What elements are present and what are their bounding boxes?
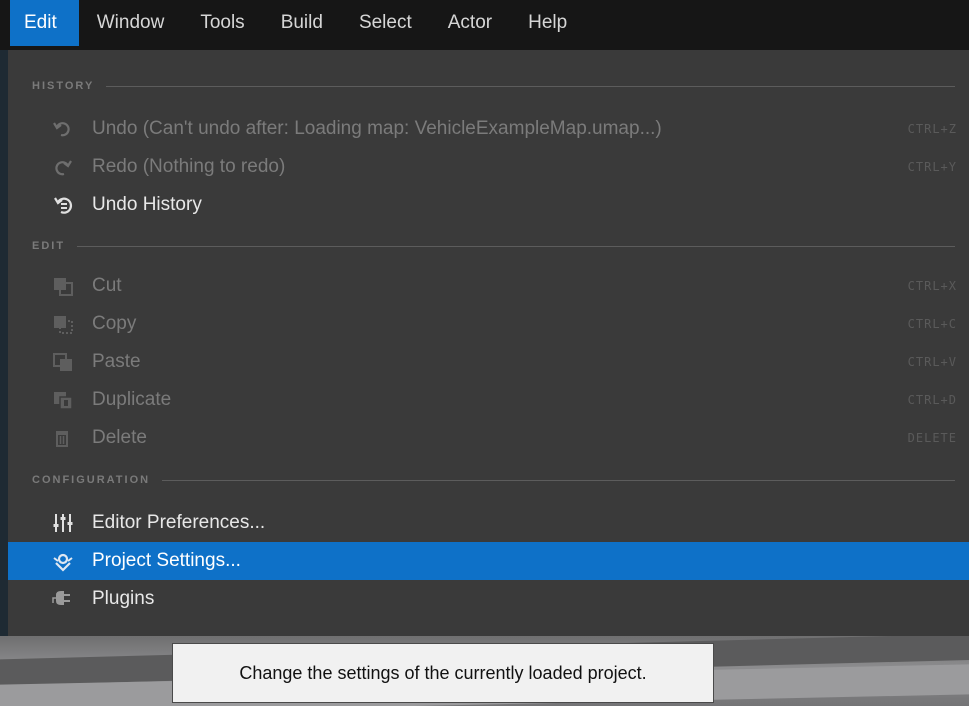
paste-icon xyxy=(52,350,92,374)
menu-item-cut[interactable]: Cut CTRL+X xyxy=(8,267,969,305)
menu-item-delete[interactable]: Delete DELETE xyxy=(8,419,969,457)
menu-item-label: Cut xyxy=(92,275,122,296)
edit-menu-dropdown: HISTORY Undo (Can't undo after: Loading … xyxy=(8,50,969,636)
menu-item-label: Project Settings... xyxy=(92,550,241,571)
menu-item-undo[interactable]: Undo (Can't undo after: Loading map: Veh… xyxy=(8,110,969,148)
menu-item-editor-preferences[interactable]: Editor Preferences... xyxy=(8,504,969,542)
section-history: HISTORY xyxy=(8,72,969,100)
tooltip: Change the settings of the currently loa… xyxy=(172,643,714,703)
menu-item-label: Plugins xyxy=(92,588,155,609)
menu-item-paste[interactable]: Paste CTRL+V xyxy=(8,343,969,381)
menu-item-label: Paste xyxy=(92,351,141,372)
menu-item-label: Editor Preferences... xyxy=(92,512,266,533)
duplicate-icon xyxy=(52,388,92,412)
menu-window[interactable]: Window xyxy=(79,0,183,46)
menu-select[interactable]: Select xyxy=(341,0,430,46)
menu-build[interactable]: Build xyxy=(263,0,341,46)
menu-item-redo[interactable]: Redo (Nothing to redo) CTRL+Y xyxy=(8,148,969,186)
redo-icon xyxy=(52,155,92,179)
menu-item-label: Duplicate xyxy=(92,389,172,410)
cut-icon xyxy=(52,274,92,298)
menu-item-copy[interactable]: Copy CTRL+C xyxy=(8,305,969,343)
section-configuration: CONFIGURATION xyxy=(8,466,969,494)
menu-tools[interactable]: Tools xyxy=(182,0,262,46)
background-edge xyxy=(0,50,8,636)
shortcut-label: CTRL+V xyxy=(907,355,957,369)
divider xyxy=(77,245,955,247)
menu-item-duplicate[interactable]: Duplicate CTRL+D xyxy=(8,381,969,419)
project-settings-icon xyxy=(52,549,92,573)
menu-actor[interactable]: Actor xyxy=(430,0,510,46)
shortcut-label: CTRL+C xyxy=(907,317,957,331)
sliders-icon xyxy=(52,511,92,535)
section-edit-heading: EDIT xyxy=(32,240,66,252)
menu-help[interactable]: Help xyxy=(510,0,585,46)
shortcut-label: CTRL+Z xyxy=(907,122,957,136)
menu-item-undo-history[interactable]: Undo History xyxy=(8,186,969,224)
shortcut-label: CTRL+Y xyxy=(907,160,957,174)
copy-icon xyxy=(52,312,92,336)
plug-icon xyxy=(52,587,92,611)
menu-item-label: Redo (Nothing to redo) xyxy=(92,156,286,177)
menu-item-label: Copy xyxy=(92,313,137,334)
undo-icon xyxy=(52,117,92,141)
menu-item-label: Undo (Can't undo after: Loading map: Veh… xyxy=(92,118,662,139)
menu-item-label: Delete xyxy=(92,427,147,448)
section-history-heading: HISTORY xyxy=(32,80,95,92)
divider xyxy=(162,479,955,481)
shortcut-label: CTRL+D xyxy=(907,393,957,407)
shortcut-label: CTRL+X xyxy=(907,279,957,293)
undo-history-icon xyxy=(52,193,92,217)
shortcut-label: DELETE xyxy=(907,431,957,445)
trash-icon xyxy=(52,426,92,450)
menu-item-project-settings[interactable]: Project Settings... xyxy=(8,542,969,580)
menu-item-label: Undo History xyxy=(92,194,202,215)
tooltip-text: Change the settings of the currently loa… xyxy=(239,662,647,683)
section-edit: EDIT xyxy=(8,232,969,260)
menu-item-plugins[interactable]: Plugins xyxy=(8,580,969,618)
menu-edit[interactable]: Edit xyxy=(10,0,79,46)
section-configuration-heading: CONFIGURATION xyxy=(32,474,151,486)
menu-bar: Edit Window Tools Build Select Actor Hel… xyxy=(0,0,969,50)
divider xyxy=(106,85,955,87)
